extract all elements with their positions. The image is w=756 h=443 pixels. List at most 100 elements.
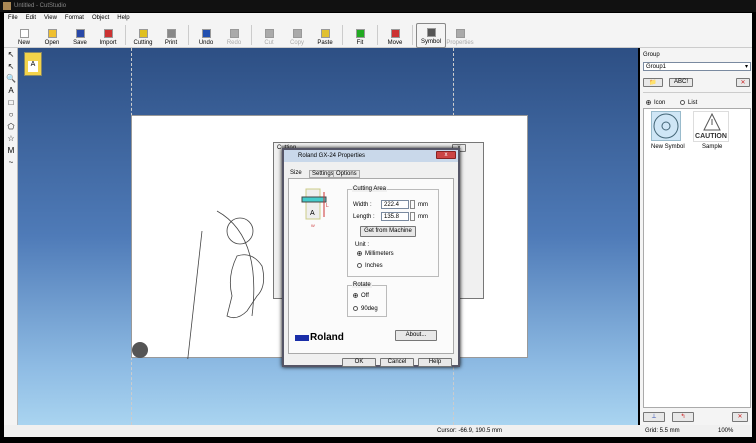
toolbar-cutting-button[interactable]: Cutting — [129, 23, 157, 48]
about-button[interactable]: About... — [395, 330, 437, 341]
zoom-tool-icon[interactable]: 🔍 — [5, 73, 17, 84]
unit-millimeters-radio[interactable]: Millimeters — [357, 251, 394, 257]
delete-symbol-button[interactable]: ✕ — [732, 412, 748, 422]
caution-icon — [703, 113, 721, 131]
get-from-machine-button[interactable]: Get from Machine — [360, 226, 416, 237]
roland-logo: Roland — [295, 332, 344, 343]
toolbar-separator — [188, 25, 189, 45]
unit-inches-radio[interactable]: Inches — [357, 263, 383, 269]
cancel-button[interactable]: Cancel — [380, 358, 414, 367]
return-symbol-button[interactable]: ↰ — [672, 412, 694, 422]
toolbar-copy-button[interactable]: Copy — [283, 23, 311, 48]
view-icon-radio[interactable]: Icon — [646, 100, 665, 106]
paste-icon — [320, 29, 330, 38]
close-button[interactable]: x — [436, 151, 456, 159]
rotate-group: Rotate Off 90deg — [347, 282, 387, 317]
dialog-title: Roland GX-24 Properties — [298, 153, 366, 159]
properties-dialog: Roland GX-24 Properties x Size Settings … — [282, 148, 460, 367]
title-bar: Untitled - CutStudio — [0, 0, 756, 12]
toolbar-cut-button[interactable]: Cut — [255, 23, 283, 48]
move-icon — [390, 29, 400, 38]
redo-icon — [229, 29, 239, 38]
delete-group-button[interactable]: ✕ — [736, 78, 750, 87]
svg-text:W: W — [311, 223, 315, 228]
properties-icon — [455, 29, 465, 38]
new-icon — [19, 29, 29, 38]
insert-symbol-button[interactable]: ⊥ — [643, 412, 665, 422]
cutter-icon[interactable]: A — [24, 52, 42, 76]
width-spinner[interactable] — [410, 200, 415, 209]
status-bar: Cursor: -66.9, 190.5 mm Grid: 5.5 mm 100… — [4, 425, 752, 437]
zoom-readout: 100% — [718, 428, 734, 434]
size-tab-panel: A L W Cutting Area Width : 222.4 mm Lengt… — [288, 178, 454, 354]
text-tool-icon[interactable]: A — [5, 85, 17, 96]
menu-bar: File Edit View Format Object Help — [4, 13, 752, 23]
toolbar-paste-button[interactable]: Paste — [311, 23, 339, 48]
machine-diagram-icon: A L W — [301, 188, 329, 228]
menu-help[interactable]: Help — [117, 15, 129, 21]
symbol-sample[interactable]: CAUTION — [693, 111, 729, 142]
polyline-tool-icon[interactable]: M — [5, 145, 17, 156]
toolbar-properties-button[interactable]: Properties — [446, 23, 474, 48]
toolbar-print-button[interactable]: Print — [157, 23, 185, 48]
svg-text:A: A — [310, 210, 315, 217]
toolbar: New Open Save Import Cutting Print Undo Redo Cut… — [4, 23, 752, 48]
toolbar-redo-button[interactable]: Redo — [220, 23, 248, 48]
view-list-radio[interactable]: List — [680, 100, 697, 106]
rename-group-button[interactable]: ABC! — [669, 78, 693, 87]
toolbar-separator — [412, 25, 413, 45]
toolbar-new-button[interactable]: New — [10, 23, 38, 48]
tool-palette: ↖ ↖ 🔍 A □ ○ ⬠ ☆ M ~ — [4, 48, 18, 425]
node-edit-tool-icon[interactable]: ↖ — [5, 61, 17, 72]
menu-object[interactable]: Object — [92, 15, 109, 21]
width-input[interactable]: 222.4 — [381, 200, 409, 209]
curve-tool-icon[interactable]: ~ — [5, 157, 17, 168]
menu-format[interactable]: Format — [65, 15, 84, 21]
star-tool-icon[interactable]: ☆ — [5, 133, 17, 144]
grid-readout: Grid: 5.5 mm — [645, 428, 680, 434]
window-title: Untitled - CutStudio — [14, 3, 67, 9]
menu-view[interactable]: View — [44, 15, 57, 21]
fit-icon — [355, 29, 365, 38]
menu-file[interactable]: File — [8, 15, 18, 21]
origin-marker-icon[interactable] — [132, 342, 148, 358]
toolbar-save-button[interactable]: Save — [66, 23, 94, 48]
select-tool-icon[interactable]: ↖ — [5, 49, 17, 60]
symbol-icon — [426, 28, 436, 37]
toolbar-fit-button[interactable]: Fit — [346, 23, 374, 48]
toolbar-symbol-button[interactable]: Symbol — [416, 23, 446, 48]
length-label: Length : — [353, 214, 375, 220]
rotate-off-radio[interactable]: Off — [353, 293, 369, 299]
import-icon — [103, 29, 113, 38]
group-select[interactable]: Group1 ▾ — [643, 62, 751, 71]
cursor-readout: Cursor: -66.9, 190.5 mm — [437, 428, 503, 434]
rectangle-tool-icon[interactable]: □ — [5, 97, 17, 108]
group-label: Group — [643, 52, 660, 58]
copy-icon — [292, 29, 302, 38]
tab-size[interactable]: Size — [290, 170, 302, 176]
rotate-90deg-radio[interactable]: 90deg — [353, 306, 378, 312]
symbol-list: New Symbol CAUTION Sample — [643, 108, 751, 408]
cut-icon — [264, 29, 274, 38]
toolbar-move-button[interactable]: Move — [381, 23, 409, 48]
ellipse-tool-icon[interactable]: ○ — [5, 109, 17, 120]
length-spinner[interactable] — [410, 212, 415, 221]
toolbar-separator — [125, 25, 126, 45]
length-input[interactable]: 135.8 — [381, 212, 409, 221]
help-button[interactable]: Help — [418, 358, 452, 367]
toolbar-undo-button[interactable]: Undo — [192, 23, 220, 48]
toolbar-import-button[interactable]: Import — [94, 23, 122, 48]
toolbar-separator — [377, 25, 378, 45]
toolbar-separator — [342, 25, 343, 45]
symbol-swirl-icon — [653, 113, 679, 139]
symbol-new-symbol[interactable] — [651, 111, 681, 141]
save-icon — [75, 29, 85, 38]
new-group-button[interactable]: 📁 — [643, 78, 663, 87]
svg-text:L: L — [326, 203, 329, 209]
tab-options[interactable]: Options — [333, 170, 360, 178]
toolbar-open-button[interactable]: Open — [38, 23, 66, 48]
open-icon — [47, 29, 57, 38]
menu-edit[interactable]: Edit — [26, 15, 36, 21]
polygon-tool-icon[interactable]: ⬠ — [5, 121, 17, 132]
ok-button[interactable]: OK — [342, 358, 376, 367]
